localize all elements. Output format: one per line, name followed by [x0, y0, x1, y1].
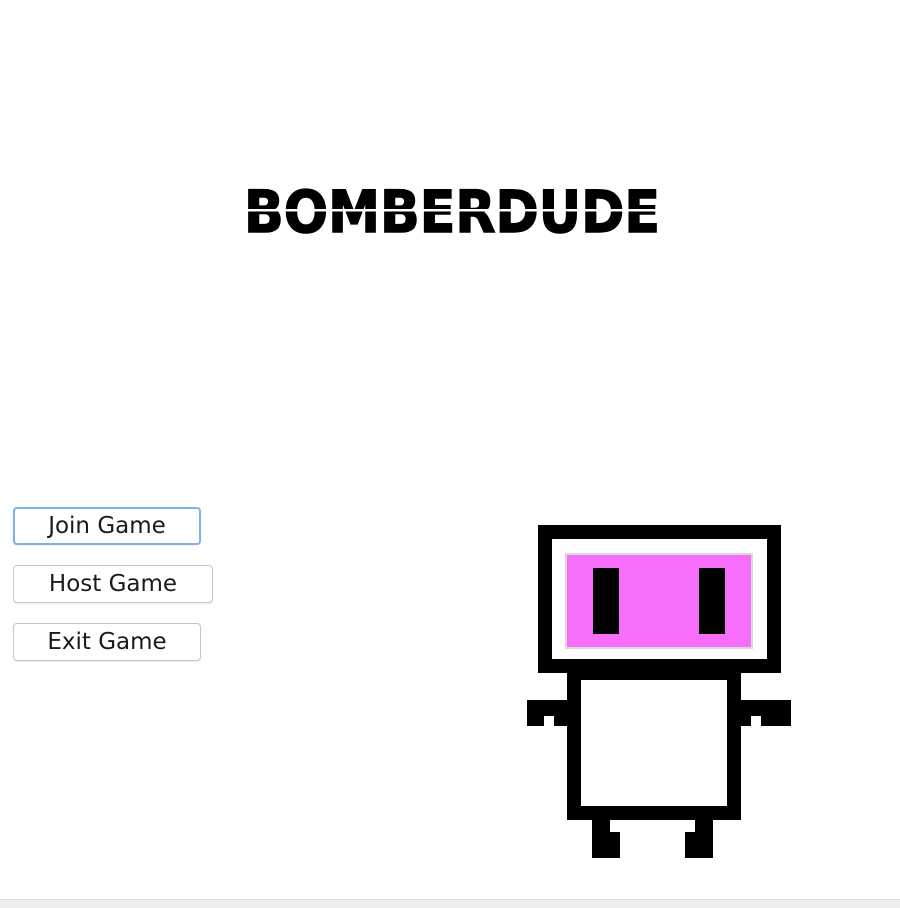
game-title-text: BOMBERDUDE	[244, 182, 660, 242]
character-left-eye	[593, 568, 619, 634]
join-game-button[interactable]: Join Game	[13, 507, 201, 545]
host-game-button[interactable]: Host Game	[13, 565, 213, 603]
character-body	[567, 666, 741, 820]
character-right-eye	[699, 568, 725, 634]
window-bottom-edge	[0, 899, 900, 908]
character-right-arm	[741, 700, 791, 726]
exit-game-button[interactable]: Exit Game	[13, 623, 201, 661]
bomberdude-character	[520, 520, 800, 870]
game-title-logo: BOMBERDUDE	[240, 182, 664, 242]
character-left-arm-gap	[544, 716, 554, 726]
character-left-leg-gap	[610, 820, 620, 832]
character-right-arm-gap	[751, 716, 761, 726]
title-stencil-gap-1	[240, 209, 664, 212]
character-right-leg-gap	[685, 820, 695, 832]
